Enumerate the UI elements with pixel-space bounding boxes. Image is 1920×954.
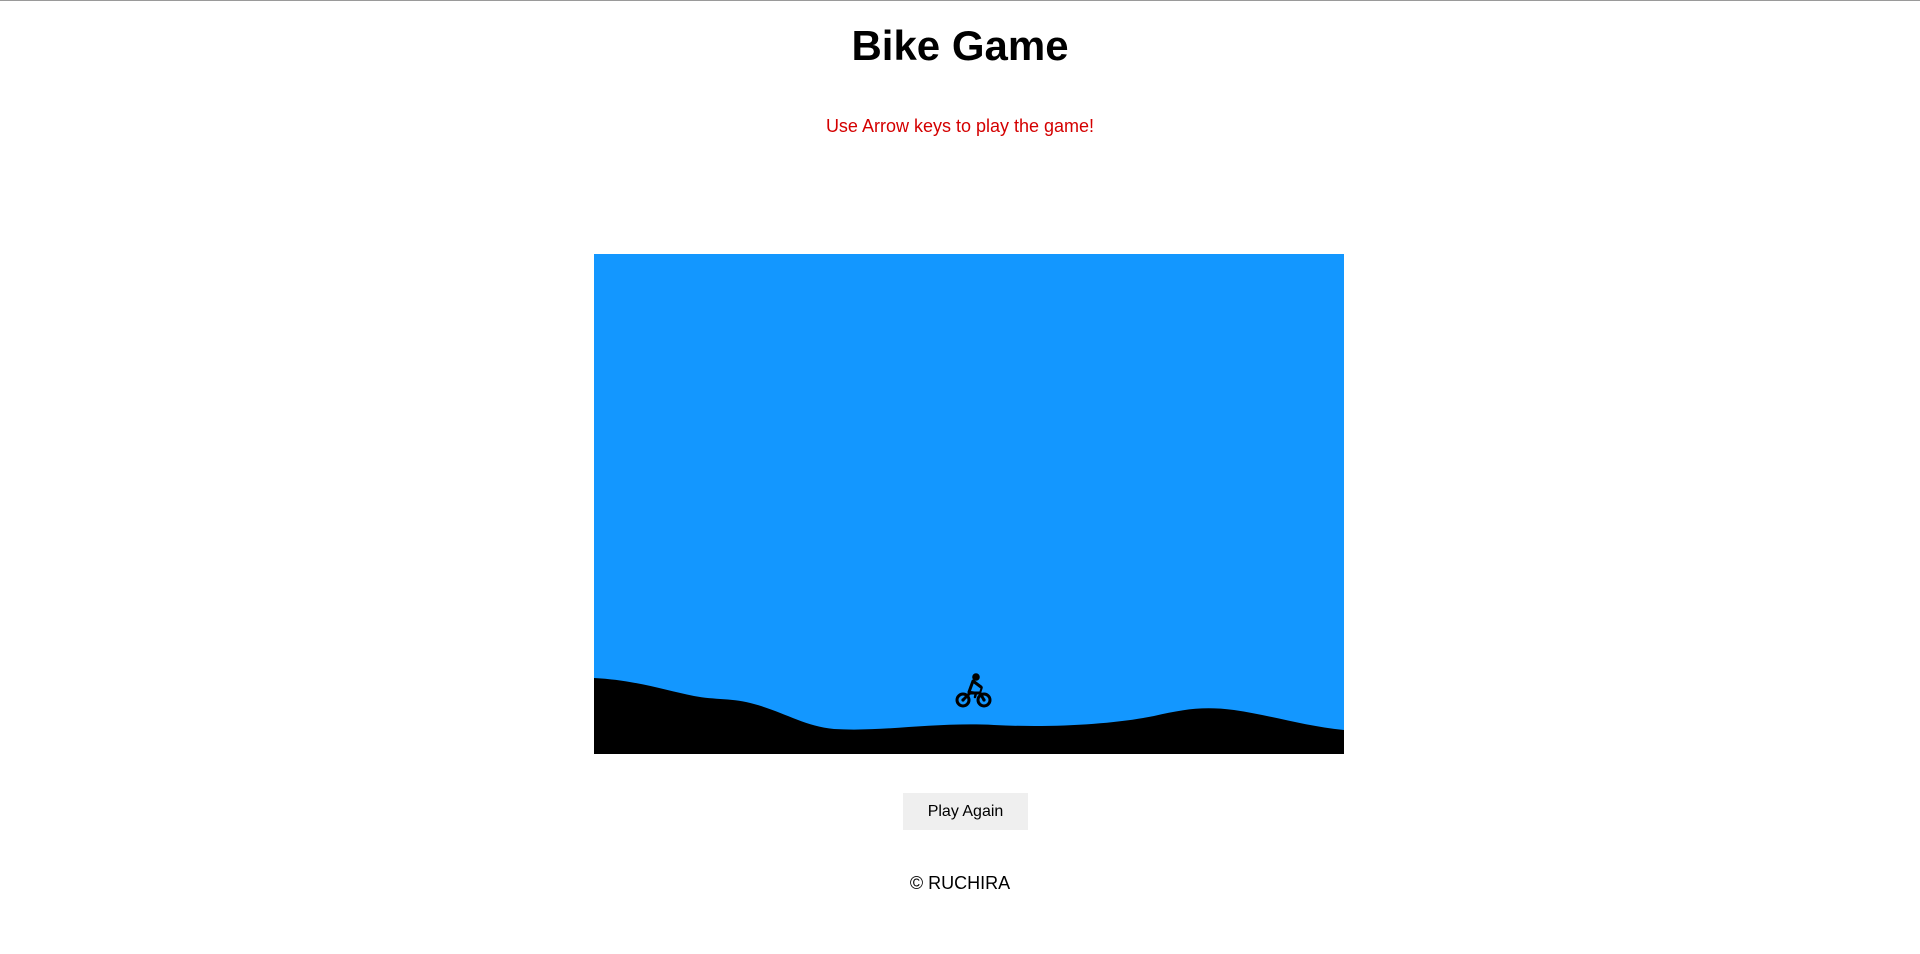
- instructions-text: Use Arrow keys to play the game!: [825, 116, 1095, 136]
- sky: [594, 254, 1344, 754]
- game-canvas[interactable]: [594, 254, 1344, 754]
- top-divider: [0, 0, 1920, 1]
- play-again-button[interactable]: Play Again: [903, 793, 1028, 830]
- page-title: Bike Game: [851, 22, 1069, 69]
- rider-head: [972, 673, 980, 681]
- copyright-footer: © RUCHIRA: [909, 873, 1011, 893]
